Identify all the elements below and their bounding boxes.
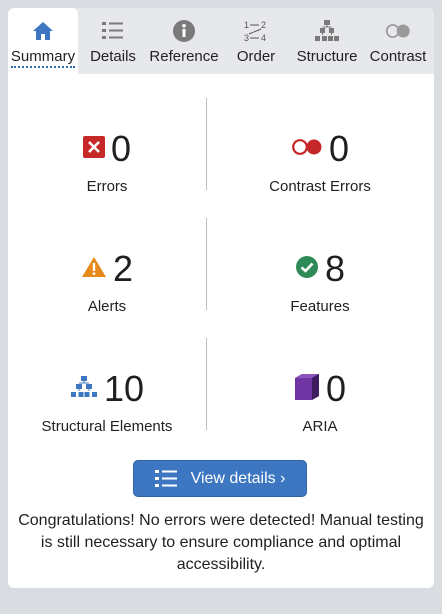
structural-elements-count: 10 — [103, 368, 145, 409]
tab-structure[interactable]: Structure — [292, 8, 362, 74]
tab-label: Order — [236, 48, 276, 65]
errors-count: 0 — [110, 128, 132, 169]
aria-count: 0 — [325, 368, 347, 409]
error-icon — [82, 135, 105, 163]
contrast-icon — [385, 18, 411, 44]
svg-text:2: 2 — [261, 20, 266, 30]
structure-icon — [70, 375, 98, 404]
structural-elements-label: Structural Elements — [41, 418, 173, 435]
summary-message: Congratulations! No errors were detected… — [18, 512, 424, 573]
tab-label: Summary — [10, 48, 76, 68]
tab-bar: Summary Details Reference 1 2 3 4 Order … — [8, 8, 434, 74]
tab-contrast[interactable]: Contrast — [362, 8, 434, 74]
home-icon — [30, 18, 56, 44]
tab-label: Contrast — [369, 48, 427, 65]
svg-text:4: 4 — [261, 33, 266, 43]
alerts-label: Alerts — [87, 298, 127, 315]
contrast-errors-stat: 0 Contrast Errors — [206, 126, 434, 236]
tab-summary[interactable]: Summary — [8, 8, 78, 74]
tab-details[interactable]: Details — [78, 8, 148, 74]
summary-panel: Summary Details Reference 1 2 3 4 Order … — [8, 8, 434, 588]
tab-order[interactable]: 1 2 3 4 Order — [220, 8, 292, 74]
structure-icon — [314, 18, 340, 44]
contrast-errors-label: Contrast Errors — [269, 178, 371, 195]
errors-label: Errors — [86, 178, 128, 195]
tab-label: Details — [90, 48, 136, 65]
info-icon — [171, 18, 197, 44]
list-icon — [100, 18, 126, 44]
features-stat: 8 Features — [206, 246, 434, 356]
contrast-errors-count: 0 — [328, 128, 350, 169]
alerts-stat: 2 Alerts — [8, 246, 206, 356]
check-circle-icon — [295, 255, 319, 284]
aria-label: ARIA — [302, 418, 338, 435]
features-label: Features — [290, 298, 350, 315]
order-icon: 1 2 3 4 — [243, 18, 269, 44]
alert-icon — [81, 256, 107, 283]
contrast-error-icon — [291, 138, 323, 161]
svg-text:3: 3 — [244, 33, 249, 43]
errors-stat: 0 Errors — [8, 126, 206, 236]
alerts-count: 2 — [112, 248, 134, 289]
list-icon — [154, 469, 177, 489]
tab-label: Reference — [149, 48, 219, 65]
tab-reference[interactable]: Reference — [148, 8, 220, 74]
view-details-label: View details › — [190, 469, 286, 487]
tab-label: Structure — [296, 48, 358, 65]
features-count: 8 — [324, 248, 346, 289]
view-details-button[interactable]: View details › — [133, 460, 307, 497]
svg-text:1: 1 — [244, 20, 249, 30]
aria-cube-icon — [294, 373, 320, 406]
